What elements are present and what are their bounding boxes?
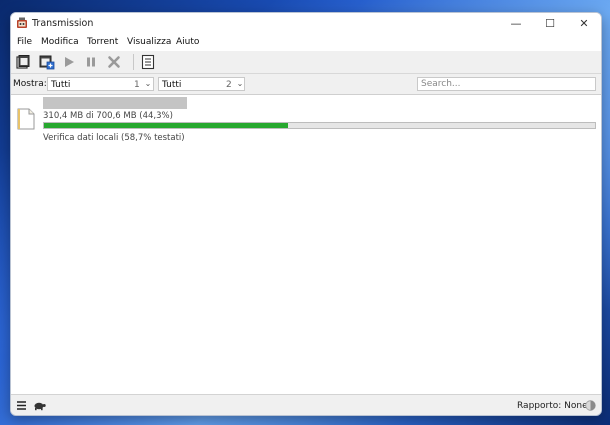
toolbar-separator xyxy=(133,54,134,70)
remove-icon[interactable] xyxy=(106,54,122,70)
transmission-app-icon xyxy=(17,17,27,28)
activity-filter-count: 1 xyxy=(134,80,140,90)
pause-icon[interactable] xyxy=(83,54,99,70)
menu-modifica[interactable]: Modifica xyxy=(41,37,79,47)
activity-filter-value: Tutti xyxy=(51,80,71,90)
status-bar: Rapporto: None xyxy=(11,394,601,415)
close-button[interactable]: ✕ xyxy=(567,13,601,35)
tracker-filter-value: Tutti xyxy=(162,80,182,90)
torrent-status-text: Verifica dati locali (58,7% testati) xyxy=(43,133,185,143)
ratio-text: Rapporto: None xyxy=(517,401,588,411)
chevron-down-icon: ⌄ xyxy=(236,79,244,88)
menu-bar: File Modifica Torrent Visualizza Aiuto xyxy=(11,35,601,51)
torrent-progress-fill xyxy=(44,123,289,128)
menu-visualizza[interactable]: Visualizza xyxy=(127,37,171,47)
filter-label: Mostra: xyxy=(13,79,47,89)
tracker-filter-combo[interactable]: Tutti 2 ⌄ xyxy=(158,77,245,91)
torrent-row[interactable]: 310,4 MB di 700,6 MB (44,3%) Verifica da… xyxy=(11,95,601,145)
window-title: Transmission xyxy=(32,18,94,29)
torrent-progress-text: 310,4 MB di 700,6 MB (44,3%) xyxy=(43,111,173,121)
torrent-name-redacted xyxy=(43,97,187,109)
transmission-window: Transmission — ☐ ✕ File Modifica Torrent… xyxy=(10,12,602,416)
open-url-icon[interactable] xyxy=(39,54,55,70)
filter-bar: Mostra: Tutti 1 ⌄ Tutti 2 ⌄ xyxy=(11,74,601,95)
hamburger-menu-icon[interactable] xyxy=(16,400,27,411)
title-bar[interactable]: Transmission — ☐ ✕ xyxy=(11,13,601,35)
properties-icon[interactable] xyxy=(140,54,156,70)
menu-aiuto[interactable]: Aiuto xyxy=(176,37,199,47)
menu-torrent[interactable]: Torrent xyxy=(87,37,118,47)
menu-file[interactable]: File xyxy=(17,37,32,47)
toolbar xyxy=(11,51,601,74)
activity-filter-combo[interactable]: Tutti 1 ⌄ xyxy=(47,77,154,91)
torrent-progress-bar xyxy=(43,122,596,129)
start-icon[interactable] xyxy=(61,54,77,70)
ratio-icon[interactable] xyxy=(585,400,596,411)
turtle-speed-limit-icon[interactable] xyxy=(33,400,46,411)
search-input[interactable] xyxy=(417,77,596,91)
file-icon xyxy=(17,108,35,130)
minimize-button[interactable]: — xyxy=(499,13,533,35)
open-torrent-icon[interactable] xyxy=(15,54,31,70)
torrent-list: 310,4 MB di 700,6 MB (44,3%) Verifica da… xyxy=(11,95,601,394)
tracker-filter-count: 2 xyxy=(226,80,232,90)
chevron-down-icon: ⌄ xyxy=(144,79,152,88)
maximize-button[interactable]: ☐ xyxy=(533,13,567,35)
